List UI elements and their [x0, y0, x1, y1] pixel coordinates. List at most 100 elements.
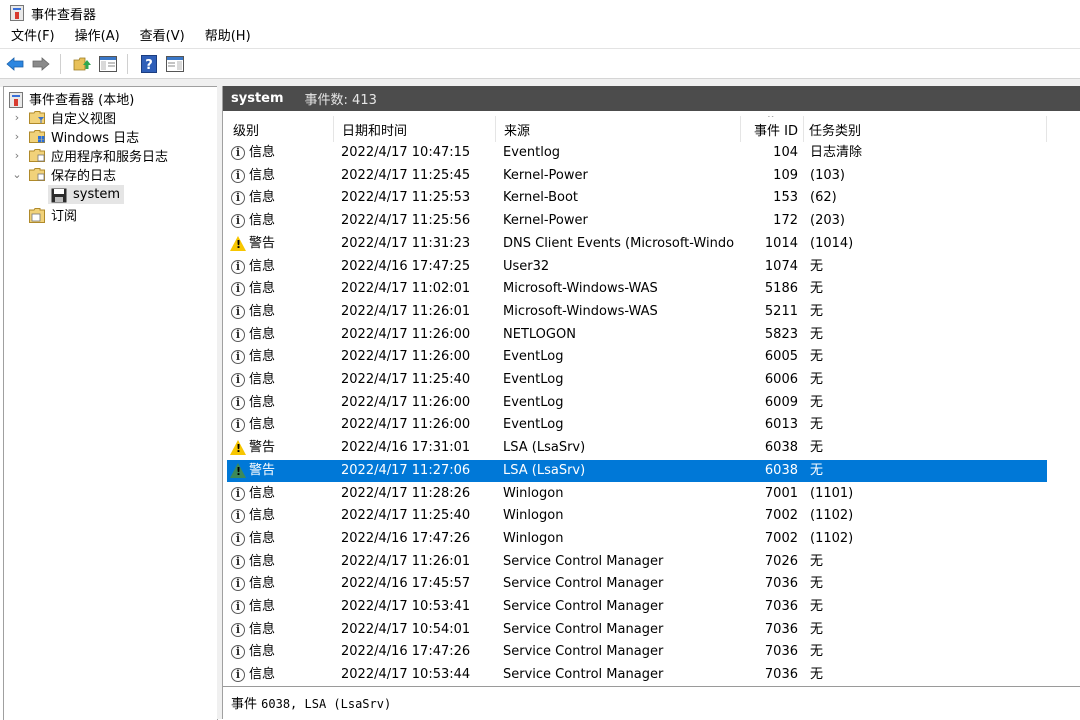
status-detail: 6038, LSA (LsaSrv) [261, 697, 392, 711]
tree-item-saved-logs[interactable]: ⌄ 保存的日志 [11, 165, 116, 184]
chevron-right-icon[interactable]: › [11, 111, 23, 124]
event-row[interactable]: i 信息 2022/4/17 11:26:00 NETLOGON 5823 无 [227, 324, 1047, 347]
event-row[interactable]: i 信息 2022/4/17 11:25:40 EventLog 6006 无 [227, 369, 1047, 392]
menu-file[interactable]: 文件(F) [0, 26, 64, 48]
event-row[interactable]: i 信息 2022/4/17 11:25:53 Kernel-Boot 153 (62) [227, 187, 1047, 210]
cell-task-category: 无 [810, 644, 824, 660]
event-row[interactable]: 警告 2022/4/16 17:31:01 LSA (LsaSrv) 6038 无 [227, 437, 1047, 460]
info-icon: i [230, 554, 246, 570]
cell-event-id: 104 [773, 145, 798, 160]
cell-source: Service Control Manager [503, 644, 664, 660]
event-row[interactable]: i 信息 2022/4/17 11:25:45 Kernel-Power 109 (103… [227, 165, 1047, 188]
event-row[interactable]: i 信息 2022/4/17 11:26:00 EventLog 6009 无 [227, 392, 1047, 415]
event-row[interactable]: i 信息 2022/4/16 17:47:26 Service Control Man… [227, 641, 1047, 664]
cell-source: Service Control Manager [503, 667, 664, 683]
up-folder-icon[interactable] [71, 53, 93, 75]
info-circle-icon: i [231, 191, 245, 206]
cell-level: 信息 [249, 303, 276, 319]
forward-arrow-icon[interactable] [30, 53, 52, 75]
column-header-task-category[interactable]: 任务类别 [804, 116, 1047, 142]
event-row[interactable]: i 信息 2022/4/17 11:25:56 Kernel-Power 172 (203… [227, 210, 1047, 233]
cell-level: 警告 [249, 440, 276, 456]
event-row[interactable]: i 信息 2022/4/17 10:54:01 Service Control Man… [227, 619, 1047, 642]
event-row[interactable]: 警告 2022/4/17 11:31:23 DNS Client Events (M… [227, 233, 1047, 256]
chevron-right-icon[interactable]: › [11, 149, 23, 162]
event-list-pane: system 事件数: 413 级别 日期和时间 来源 ^ 事件 ID 任务类别… [222, 86, 1080, 720]
event-row[interactable]: i 信息 2022/4/16 17:47:25 User32 1074 无 [227, 256, 1047, 279]
show-hide-action-pane-icon[interactable] [164, 53, 186, 75]
info-circle-icon: i [231, 668, 245, 683]
cell-datetime: 2022/4/17 10:47:15 [341, 145, 471, 160]
cell-event-id: 6009 [764, 394, 798, 410]
status-prefix: 事件 [231, 697, 258, 712]
cell-level: 信息 [249, 485, 276, 501]
info-circle-icon: i [231, 395, 245, 410]
tree-item-label: 自定义视图 [51, 112, 117, 127]
cell-task-category: 无 [810, 303, 824, 319]
cell-datetime: 2022/4/17 11:27:06 [341, 462, 471, 478]
event-grid: 级别 日期和时间 来源 ^ 事件 ID 任务类别 i 信息 2022/4/17 10… [227, 116, 1080, 684]
cell-level: 信息 [249, 281, 276, 297]
column-header-datetime[interactable]: 日期和时间 [334, 116, 496, 142]
cell-event-id: 6038 [764, 462, 798, 478]
event-row[interactable]: i 信息 2022/4/17 11:26:01 Service Control Man… [227, 551, 1047, 574]
menu-view[interactable]: 查看(V) [129, 26, 194, 48]
event-row[interactable]: i 信息 2022/4/17 11:28:26 Winlogon 7001 (1101) [227, 483, 1047, 506]
event-row[interactable]: i 信息 2022/4/17 11:26:00 EventLog 6013 无 [227, 414, 1047, 437]
help-icon[interactable]: ? [138, 53, 160, 75]
info-circle-icon: i [231, 577, 245, 592]
status-bar: 事件 6038, LSA (LsaSrv) [223, 686, 1080, 720]
event-row[interactable]: 警告 2022/4/17 11:27:06 LSA (LsaSrv) 6038 无 [227, 459, 1047, 483]
chevron-down-icon[interactable]: ⌄ [11, 168, 23, 181]
cell-event-id: 7036 [764, 644, 798, 660]
tree-root[interactable]: 事件查看器 (本地) [9, 89, 134, 108]
tree-item-app-service-logs[interactable]: › 应用程序和服务日志 [11, 146, 168, 165]
cell-event-id: 1014 [764, 235, 798, 251]
menu-action[interactable]: 操作(A) [64, 26, 129, 48]
event-row[interactable]: i 信息 2022/4/17 10:53:44 Service Control Man… [227, 664, 1047, 684]
cell-level: 信息 [249, 417, 276, 433]
info-circle-icon: i [231, 531, 245, 546]
info-circle-icon: i [231, 146, 245, 160]
sort-ascending-icon: ^ [767, 116, 775, 124]
event-row[interactable]: i 信息 2022/4/17 11:02:01 Microsoft-Windows-W… [227, 278, 1047, 301]
floppy-disk-icon [51, 188, 67, 203]
event-row[interactable]: i 信息 2022/4/17 11:26:01 Microsoft-Windows-W… [227, 301, 1047, 324]
info-circle-icon: i [231, 486, 245, 501]
event-row[interactable]: i 信息 2022/4/17 10:47:15 Eventlog 104 日志清除 [227, 142, 1047, 165]
event-row[interactable]: i 信息 2022/4/17 11:25:40 Winlogon 7002 (1102) [227, 505, 1047, 528]
cell-level: 信息 [249, 508, 276, 524]
cell-source: EventLog [503, 417, 564, 433]
chevron-right-icon[interactable]: › [11, 130, 23, 143]
event-row[interactable]: i 信息 2022/4/16 17:47:26 Winlogon 7002 (1102) [227, 528, 1047, 551]
cell-event-id: 7036 [764, 599, 798, 614]
cell-event-id: 1074 [764, 258, 798, 274]
cell-source: EventLog [503, 349, 564, 365]
show-hide-console-tree-icon[interactable] [97, 53, 119, 75]
cell-source: User32 [503, 258, 550, 274]
tree-item-system-log[interactable]: system [48, 185, 124, 204]
event-row[interactable]: i 信息 2022/4/17 11:26:00 EventLog 6005 无 [227, 346, 1047, 369]
folder-filter-icon [29, 111, 45, 124]
column-header-level[interactable]: 级别 [227, 116, 334, 142]
cell-source: Service Control Manager [503, 599, 664, 614]
cell-event-id: 7002 [764, 530, 798, 546]
event-row[interactable]: i 信息 2022/4/17 10:53:41 Service Control Man… [227, 596, 1047, 619]
column-header-event-id[interactable]: ^ 事件 ID [741, 116, 804, 142]
tree-item-label: 应用程序和服务日志 [51, 150, 169, 165]
cell-task-category: 无 [810, 349, 824, 365]
event-row[interactable]: i 信息 2022/4/16 17:45:57 Service Control Man… [227, 573, 1047, 596]
tree-item-windows-logs[interactable]: › Windows 日志 [11, 127, 139, 146]
tree-item-custom-views[interactable]: › 自定义视图 [11, 108, 116, 127]
cell-datetime: 2022/4/17 11:25:40 [341, 508, 471, 524]
cell-event-id: 153 [773, 190, 798, 206]
cell-task-category: (1101) [810, 485, 854, 501]
cell-source: Winlogon [503, 530, 564, 546]
cell-source: NETLOGON [503, 326, 576, 342]
info-icon: i [230, 486, 246, 502]
column-header-source[interactable]: 来源 [496, 116, 741, 142]
tree-item-subscriptions[interactable]: 订阅 [29, 205, 77, 224]
info-circle-icon: i [231, 304, 245, 319]
back-arrow-icon[interactable] [4, 53, 26, 75]
menu-help[interactable]: 帮助(H) [194, 26, 260, 48]
